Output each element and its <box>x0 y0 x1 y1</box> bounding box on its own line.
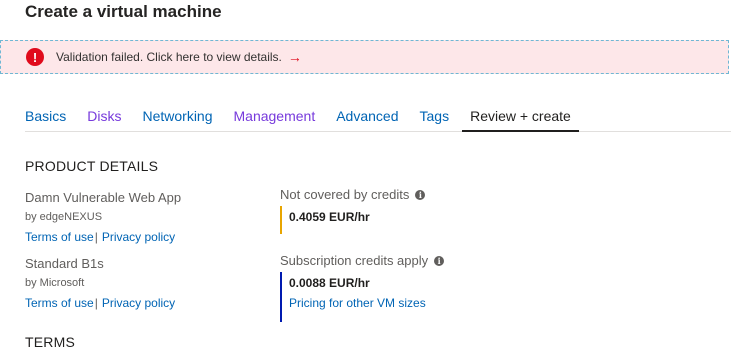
product-details-heading: PRODUCT DETAILS <box>25 158 159 174</box>
price-block: 0.0088 EUR/hr Pricing for other VM sizes <box>280 272 426 322</box>
price-value: 0.0088 EUR/hr <box>289 276 370 290</box>
product-links: Terms of use| Privacy policy <box>25 230 175 244</box>
privacy-policy-link[interactable]: Privacy policy <box>102 230 175 244</box>
price-block: 0.4059 EUR/hr <box>280 206 370 234</box>
credit-label: Not covered by credits i <box>280 187 426 202</box>
error-icon: ! <box>26 48 44 66</box>
terms-of-use-link[interactable]: Terms of use <box>25 230 94 244</box>
credit-label-text: Subscription credits apply <box>280 253 429 268</box>
tab-disks[interactable]: Disks <box>87 106 121 131</box>
page-title: Create a virtual machine <box>25 2 222 21</box>
validation-alert[interactable]: ! Validation failed. Click here to view … <box>0 40 729 74</box>
product-name: Standard B1s <box>25 256 104 271</box>
tab-management[interactable]: Management <box>234 106 316 131</box>
link-separator: | <box>94 296 98 310</box>
arrow-right-icon[interactable]: → <box>288 49 302 65</box>
credit-label: Subscription credits apply i <box>280 253 445 268</box>
price-value: 0.4059 EUR/hr <box>289 210 370 224</box>
privacy-policy-link[interactable]: Privacy policy <box>102 296 175 310</box>
terms-of-use-link[interactable]: Terms of use <box>25 296 94 310</box>
product-publisher: by edgeNEXUS <box>25 211 103 223</box>
terms-heading: TERMS <box>25 334 75 350</box>
product-links: Terms of use| Privacy policy <box>25 296 175 310</box>
tab-basics[interactable]: Basics <box>25 106 66 131</box>
link-separator: | <box>94 230 98 244</box>
tab-bar: Basics Disks Networking Management Advan… <box>25 106 731 132</box>
product-publisher: by Microsoft <box>25 277 85 289</box>
tab-review-create[interactable]: Review + create <box>462 106 579 132</box>
info-icon[interactable]: i <box>415 189 426 200</box>
product-name: Damn Vulnerable Web App <box>25 190 182 205</box>
credit-label-text: Not covered by credits <box>280 187 410 202</box>
alert-message[interactable]: Validation failed. Click here to view de… <box>56 50 282 64</box>
tab-tags[interactable]: Tags <box>420 106 450 131</box>
tab-networking[interactable]: Networking <box>142 106 212 131</box>
pricing-other-sizes-link[interactable]: Pricing for other VM sizes <box>289 296 426 310</box>
info-icon[interactable]: i <box>434 255 445 266</box>
tab-advanced[interactable]: Advanced <box>336 106 398 131</box>
